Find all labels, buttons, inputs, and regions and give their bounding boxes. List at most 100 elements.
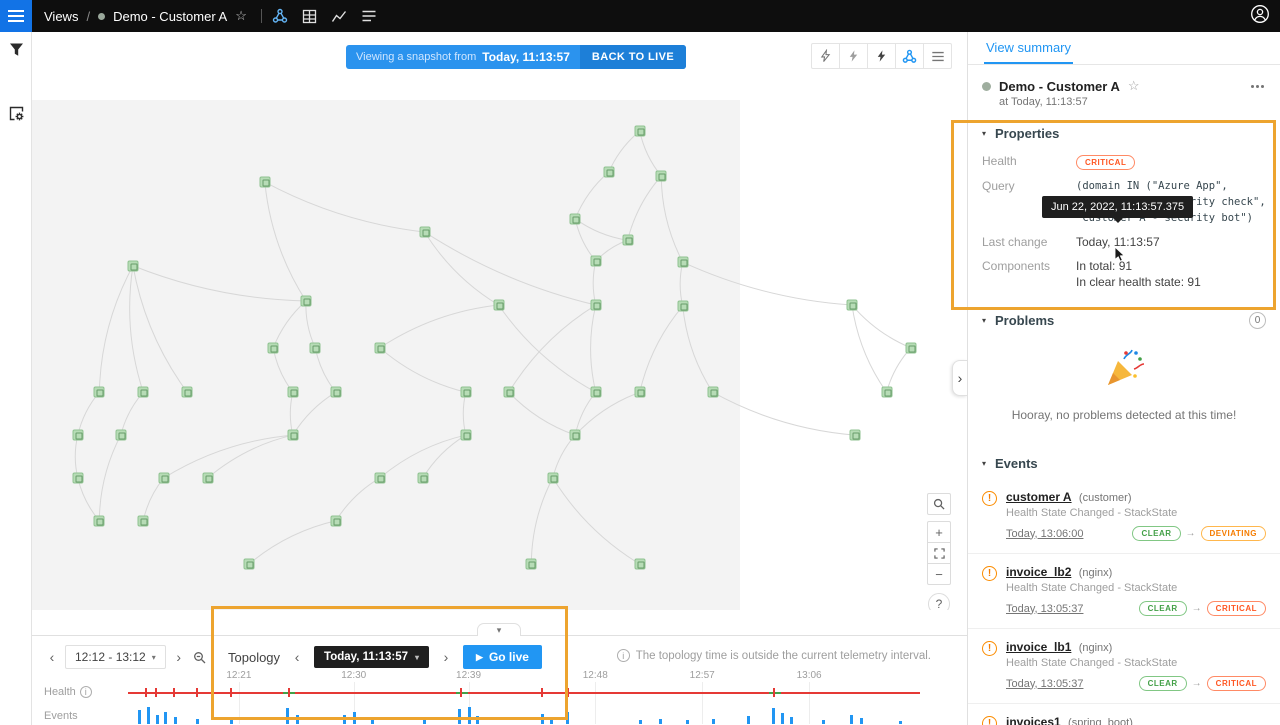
topology-canvas[interactable]: + − ? › bbox=[32, 100, 967, 610]
metrics-view-icon[interactable] bbox=[331, 9, 347, 24]
topology-node[interactable] bbox=[202, 472, 213, 483]
topology-node[interactable] bbox=[656, 170, 667, 181]
topology-node[interactable] bbox=[634, 126, 645, 137]
topology-node[interactable] bbox=[547, 472, 558, 483]
view-settings-icon[interactable] bbox=[0, 96, 32, 130]
section-problems-header[interactable]: ▾ Problems 0 bbox=[968, 304, 1280, 337]
topology-node[interactable] bbox=[603, 166, 614, 177]
topology-node[interactable] bbox=[268, 342, 279, 353]
range-zoom-out-icon[interactable] bbox=[192, 645, 208, 669]
health-timeline[interactable] bbox=[128, 688, 920, 697]
range-prev-button[interactable]: ‹ bbox=[44, 645, 60, 669]
help-button[interactable]: ? bbox=[928, 593, 950, 610]
topology-node[interactable] bbox=[677, 257, 688, 268]
user-avatar[interactable] bbox=[1250, 4, 1270, 29]
menu-button[interactable] bbox=[0, 0, 32, 32]
event-component-link[interactable]: invoices1 bbox=[1006, 715, 1061, 725]
topology-node[interactable] bbox=[417, 472, 428, 483]
topology-node[interactable] bbox=[590, 256, 601, 267]
topology-node[interactable] bbox=[158, 472, 169, 483]
topology-node[interactable] bbox=[570, 213, 581, 224]
event-list-item[interactable]: ! customer A (customer) Health State Cha… bbox=[968, 479, 1280, 553]
topology-node[interactable] bbox=[590, 387, 601, 398]
topology-node[interactable] bbox=[526, 559, 537, 570]
event-time-link[interactable]: Today, 13:06:00 bbox=[1006, 528, 1083, 540]
topology-node[interactable] bbox=[849, 430, 860, 441]
topology-node[interactable] bbox=[72, 430, 83, 441]
time-range-select[interactable]: 12:12 - 13:12 ▾ bbox=[65, 645, 166, 669]
topology-node[interactable] bbox=[374, 342, 385, 353]
event-time-link[interactable]: Today, 13:05:37 bbox=[1006, 603, 1083, 615]
event-component-link[interactable]: invoice_lb1 bbox=[1006, 640, 1071, 654]
favorite-star-icon[interactable]: ☆ bbox=[235, 8, 247, 24]
topology-node[interactable] bbox=[300, 295, 311, 306]
zoom-out-button[interactable]: − bbox=[927, 563, 951, 585]
event-list-item[interactable]: ! invoice_lb2 (nginx) Health State Chang… bbox=[968, 553, 1280, 628]
topology-node[interactable] bbox=[677, 301, 688, 312]
topology-node[interactable] bbox=[138, 515, 149, 526]
topology-node[interactable] bbox=[707, 387, 718, 398]
topology-node[interactable] bbox=[259, 177, 270, 188]
topology-node[interactable] bbox=[138, 387, 149, 398]
topology-node[interactable] bbox=[94, 515, 105, 526]
topology-view-icon[interactable] bbox=[272, 8, 288, 24]
back-to-live-button[interactable]: BACK TO LIVE bbox=[580, 45, 686, 69]
event-list-item[interactable]: ! invoices1 (spring_boot) Health State C… bbox=[968, 703, 1280, 725]
topology-node[interactable] bbox=[127, 260, 138, 271]
topology-node[interactable] bbox=[330, 515, 341, 526]
last-change-value[interactable]: Today, 11:13:57 bbox=[1076, 234, 1160, 250]
topology-node[interactable] bbox=[460, 387, 471, 398]
topology-time-next-button[interactable]: › bbox=[438, 645, 454, 669]
event-component-link[interactable]: invoice_lb2 bbox=[1006, 565, 1071, 579]
topology-node[interactable] bbox=[287, 387, 298, 398]
topology-time-select[interactable]: Today, 11:13:57 ▾ bbox=[314, 646, 429, 668]
topology-node[interactable] bbox=[287, 430, 298, 441]
flash-half-icon[interactable] bbox=[839, 43, 868, 69]
breadcrumb-views[interactable]: Views bbox=[44, 9, 78, 24]
topology-node[interactable] bbox=[493, 300, 504, 311]
section-events-header[interactable]: ▾ Events bbox=[968, 448, 1280, 479]
topology-node[interactable] bbox=[634, 559, 645, 570]
topology-node[interactable] bbox=[460, 430, 471, 441]
zoom-search-icon[interactable] bbox=[927, 493, 951, 515]
topology-layout-icon[interactable] bbox=[895, 43, 924, 69]
events-view-icon[interactable] bbox=[361, 9, 377, 23]
favorite-star-icon[interactable]: ☆ bbox=[1128, 78, 1140, 94]
tab-view-summary[interactable]: View summary bbox=[984, 40, 1073, 64]
topology-node[interactable] bbox=[72, 472, 83, 483]
breadcrumb-view-name[interactable]: Demo - Customer A bbox=[113, 9, 227, 24]
event-time-link[interactable]: Today, 13:05:37 bbox=[1006, 678, 1083, 690]
event-list-item[interactable]: ! invoice_lb1 (nginx) Health State Chang… bbox=[968, 628, 1280, 703]
fit-to-screen-button[interactable] bbox=[927, 542, 951, 564]
topology-node[interactable] bbox=[846, 300, 857, 311]
topology-node[interactable] bbox=[330, 387, 341, 398]
topology-node[interactable] bbox=[115, 430, 126, 441]
topology-node[interactable] bbox=[310, 342, 321, 353]
go-live-button[interactable]: ▶ Go live bbox=[463, 645, 542, 669]
flash-outline-icon[interactable] bbox=[811, 43, 840, 69]
range-next-button[interactable]: › bbox=[171, 645, 187, 669]
events-histogram[interactable] bbox=[128, 698, 920, 724]
topology-node[interactable] bbox=[419, 227, 430, 238]
section-properties-header[interactable]: ▾ Properties bbox=[968, 118, 1280, 149]
health-info-icon[interactable]: i bbox=[80, 686, 92, 698]
topology-node[interactable] bbox=[94, 387, 105, 398]
topology-node[interactable] bbox=[503, 387, 514, 398]
more-menu-icon[interactable] bbox=[1247, 81, 1268, 92]
topology-node[interactable] bbox=[243, 559, 254, 570]
topology-node[interactable] bbox=[622, 235, 633, 246]
topology-time-prev-button[interactable]: ‹ bbox=[289, 645, 305, 669]
table-view-icon[interactable] bbox=[302, 9, 317, 24]
expand-panel-arrow[interactable]: › bbox=[952, 360, 967, 396]
topology-node[interactable] bbox=[881, 387, 892, 398]
timeline-collapse-chevron[interactable]: ▾ bbox=[477, 623, 521, 636]
topology-node[interactable] bbox=[182, 387, 193, 398]
topology-node[interactable] bbox=[570, 430, 581, 441]
topology-node[interactable] bbox=[374, 472, 385, 483]
topology-node[interactable] bbox=[905, 342, 916, 353]
filter-icon[interactable] bbox=[0, 32, 32, 66]
list-layout-icon[interactable] bbox=[923, 43, 952, 69]
event-component-link[interactable]: customer A bbox=[1006, 490, 1072, 504]
flash-bold-icon[interactable] bbox=[867, 43, 896, 69]
topology-node[interactable] bbox=[590, 300, 601, 311]
